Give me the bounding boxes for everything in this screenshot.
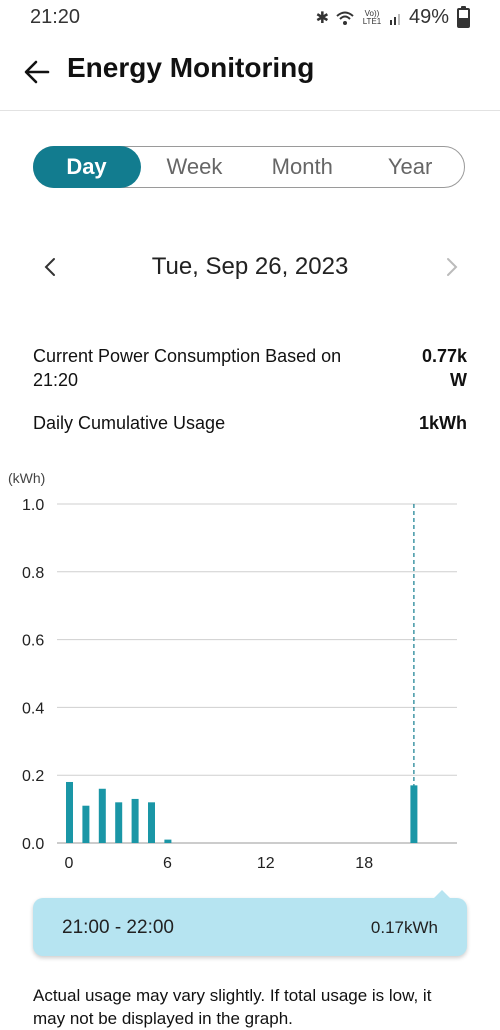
y-tick-label: 0.2: [22, 768, 44, 785]
selected-date: Tue, Sep 26, 2023: [151, 253, 349, 280]
usage-bar: [164, 839, 172, 843]
period-selector: Day Week Month Year: [32, 146, 465, 188]
current-power-label: Current Power Consumption Based on 21:20: [33, 346, 342, 390]
usage-bar: [98, 788, 106, 843]
tooltip-value: 0.17kWh: [370, 918, 438, 937]
wifi-icon: [336, 11, 354, 25]
back-arrow-icon[interactable]: [22, 56, 54, 88]
page-title: Energy Monitoring: [67, 52, 315, 83]
tooltip-pointer: [433, 890, 451, 899]
usage-chart-svg: (kWh) 1.0 0.8 0.6 0.4 0.2 0.0 0 6 12 18: [8, 470, 457, 872]
y-axis-unit: (kWh): [8, 470, 45, 486]
current-power-value: 0.77k W: [421, 346, 467, 390]
x-tick-label: 0: [65, 855, 74, 872]
network-label: Vo)) LTE1: [362, 8, 382, 26]
y-tick-label: 0.0: [22, 836, 44, 853]
status-bar: 21:20 ✱ Vo)) LTE1 49%: [0, 0, 500, 34]
usage-bar: [82, 805, 90, 843]
daily-usage-label: Daily Cumulative Usage: [33, 413, 226, 433]
y-tick-label: 0.8: [22, 565, 44, 582]
usage-bar: [148, 802, 155, 843]
battery-percent: 49%: [408, 6, 449, 28]
usage-disclaimer: Actual usage may vary slightly. If total…: [33, 986, 432, 1028]
x-tick-label: 12: [257, 855, 275, 872]
y-tick-label: 0.4: [22, 700, 44, 717]
selected-bar-tooltip: 21:00 - 22:00 0.17kWh: [33, 890, 467, 956]
tab-week[interactable]: Week: [141, 147, 249, 187]
status-time: 21:20: [30, 6, 81, 28]
tab-year[interactable]: Year: [356, 147, 464, 187]
battery-icon: [457, 5, 470, 28]
daily-usage-row: Daily Cumulative Usage 1kWh: [33, 411, 467, 435]
status-icons: ✱ Vo)) LTE1 49%: [315, 5, 470, 29]
x-tick-label: 6: [163, 855, 172, 872]
tab-day[interactable]: Day: [32, 146, 141, 188]
current-power-row: Current Power Consumption Based on 21:20…: [33, 344, 467, 394]
y-tick-label: 0.6: [22, 633, 44, 650]
chevron-right-icon[interactable]: [440, 256, 462, 278]
tooltip-time-range: 21:00 - 22:00: [62, 917, 174, 938]
app-header: Energy Monitoring: [0, 34, 500, 111]
tab-month[interactable]: Month: [248, 147, 356, 187]
date-navigation: Tue, Sep 26, 2023: [0, 248, 500, 288]
signal-icon: [389, 13, 400, 25]
usage-bar: [131, 798, 139, 843]
usage-bar: [115, 802, 123, 843]
x-tick-label: 18: [355, 855, 373, 872]
bluetooth-icon: ✱: [315, 9, 329, 27]
daily-usage-value: 1kWh: [418, 413, 467, 433]
usage-bar: [66, 781, 73, 843]
y-tick-label: 1.0: [22, 497, 44, 514]
usage-bar: [410, 785, 418, 843]
usage-chart: (kWh) 1.0 0.8 0.6 0.4 0.2 0.0 0 6 12 18: [0, 466, 500, 886]
